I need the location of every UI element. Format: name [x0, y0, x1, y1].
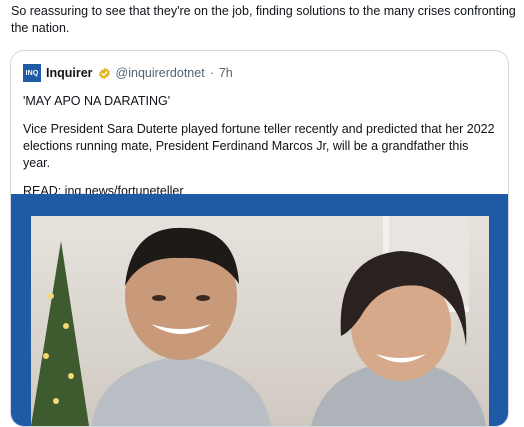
inquirer-logo-icon[interactable]: INQ	[23, 64, 41, 82]
man-figure	[91, 227, 271, 426]
author-display-name[interactable]: Inquirer	[46, 66, 93, 80]
quote-headline: 'MAY APO NA DARATING'	[23, 94, 171, 108]
news-photo	[31, 216, 489, 426]
quoted-tweet-media[interactable]	[11, 194, 508, 426]
quoted-tweet-card[interactable]: INQ Inquirer @inquirerdotnet · 7h 'MAY A…	[10, 50, 509, 427]
author-handle[interactable]: @inquirerdotnet	[116, 66, 205, 80]
quote-text: Vice President Sara Duterte played fortu…	[23, 122, 495, 170]
separator-dot: ·	[209, 66, 214, 80]
quoted-tweet-header: INQ Inquirer @inquirerdotnet · 7h	[23, 63, 233, 83]
tweet-text: So reassuring to see that they're on the…	[11, 4, 516, 35]
woman-figure	[311, 251, 486, 426]
timestamp[interactable]: 7h	[219, 66, 233, 80]
verified-badge-icon	[98, 67, 110, 79]
